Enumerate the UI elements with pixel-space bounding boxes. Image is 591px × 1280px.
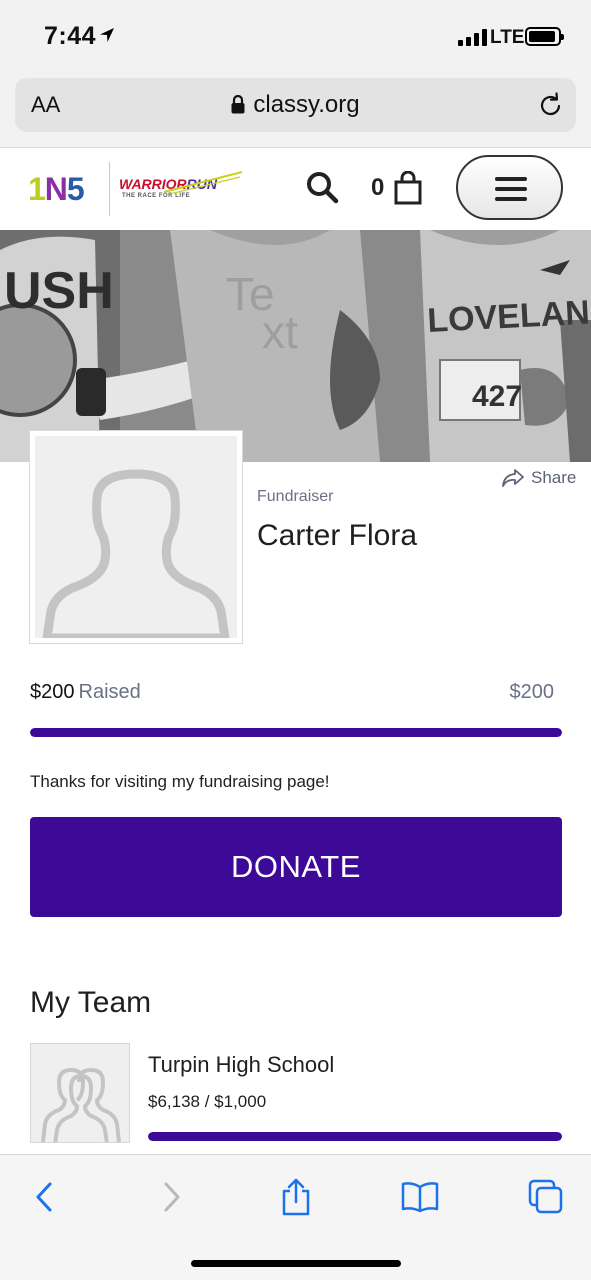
tabs-button[interactable] <box>526 1177 566 1217</box>
person-silhouette-icon <box>42 469 230 638</box>
browser-address-area: AA classy.org <box>0 72 591 148</box>
fundraising-progress-bar <box>30 728 562 737</box>
back-icon <box>36 1182 52 1212</box>
goal-amount: $200 <box>509 681 555 703</box>
home-indicator <box>191 1260 401 1267</box>
status-time: 7:44 <box>44 22 97 50</box>
team-progress-bar <box>148 1132 562 1141</box>
fundraising-progress-fill <box>30 728 562 737</box>
bookmarks-button[interactable] <box>400 1177 440 1217</box>
jersey-left-text: USH <box>4 262 114 320</box>
status-bar: 7:44 LTE <box>0 0 591 72</box>
share-button[interactable]: Share <box>502 468 576 488</box>
logo-1n5-n: N <box>44 171 68 207</box>
lock-icon <box>231 95 245 114</box>
back-button[interactable] <box>24 1177 64 1217</box>
1n5-logo[interactable]: 1N5 <box>28 171 85 208</box>
cover-photo-art: USH LOVELAND 427 Te xt <box>0 230 591 462</box>
cart-count[interactable]: 0 <box>371 174 384 202</box>
team-progress-fill <box>148 1132 562 1141</box>
team-heading: My Team <box>30 986 152 1019</box>
site-header: 1N5 WARRIORRUN THE RACE FOR LIFE 0 <box>0 148 591 230</box>
profile-avatar <box>29 430 243 644</box>
forward-button[interactable] <box>152 1177 192 1217</box>
role-label: Fundraiser <box>257 488 334 505</box>
reload-icon[interactable] <box>538 91 564 119</box>
battery-icon <box>525 27 564 46</box>
location-arrow-icon <box>100 28 114 42</box>
logo-1n5-one: 1 <box>28 171 46 207</box>
menu-button[interactable] <box>456 155 563 220</box>
donate-button[interactable]: DONATE <box>30 817 562 917</box>
signal-strength-icon <box>458 29 487 46</box>
cover-photo: USH LOVELAND 427 Te xt <box>0 230 591 462</box>
raised-label: Raised <box>78 681 141 703</box>
group-silhouette-icon <box>41 1068 121 1142</box>
team-avatar[interactable] <box>30 1043 130 1143</box>
fundraising-message: Thanks for visiting my fundraising page! <box>30 772 330 791</box>
raised-amount: $200 <box>30 681 75 703</box>
shopping-bag-icon[interactable] <box>394 171 422 205</box>
tabs-icon <box>528 1179 563 1214</box>
share-icon <box>502 469 524 487</box>
raised-summary: $200 Raised $200 <box>30 681 554 704</box>
forward-icon <box>164 1182 180 1212</box>
bib-number: 427 <box>472 380 522 413</box>
fundraiser-name: Carter Flora <box>257 519 418 552</box>
logo-divider <box>109 162 110 216</box>
team-amount: $6,138 / $1,000 <box>148 1092 267 1111</box>
share-label: Share <box>531 468 577 487</box>
team-name[interactable]: Turpin High School <box>148 1052 334 1078</box>
network-type: LTE <box>490 27 525 48</box>
url-text: classy.org <box>253 91 360 118</box>
logo-1n5-five: 5 <box>66 171 85 207</box>
logo-swoosh-icon <box>163 171 243 195</box>
search-icon[interactable] <box>305 170 339 204</box>
share-sheet-button[interactable] <box>276 1177 316 1217</box>
hamburger-menu-icon <box>495 177 527 181</box>
share-sheet-icon <box>282 1178 310 1216</box>
watermark-line-2: xt <box>262 306 298 358</box>
address-bar[interactable]: AA classy.org <box>15 78 576 132</box>
url-field[interactable]: classy.org <box>15 91 576 119</box>
bookmarks-icon <box>401 1182 439 1213</box>
